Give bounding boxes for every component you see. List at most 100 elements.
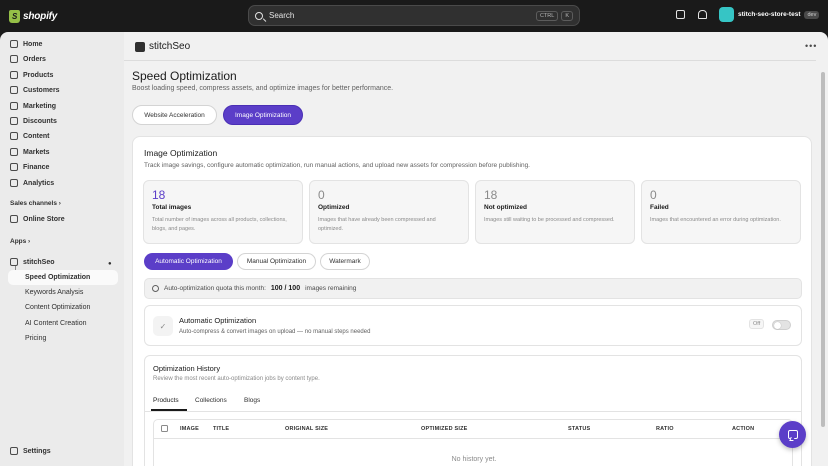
history-tab-products[interactable]: Products bbox=[153, 397, 179, 404]
checkmark-icon: ✓ bbox=[153, 316, 173, 336]
quota-value: 100 / 100 bbox=[270, 285, 301, 292]
chat-icon bbox=[787, 430, 798, 439]
sidebar-item-label: Online Store bbox=[23, 215, 65, 223]
stat-desc: Images that encountered an error during … bbox=[650, 217, 781, 223]
info-icon bbox=[152, 285, 159, 292]
sidebar-item-home[interactable]: Home bbox=[10, 40, 42, 48]
auto-optimization-toggle[interactable] bbox=[772, 320, 791, 330]
sidebar-item-marketing[interactable]: Marketing bbox=[10, 102, 56, 110]
quota-suffix: images remaining bbox=[305, 285, 357, 292]
store-switcher[interactable]: stitch-seo-store-test dev bbox=[719, 7, 820, 22]
stat-desc: Images that have already been compressed… bbox=[318, 217, 436, 232]
tab-image-optimization[interactable]: Image Optimization bbox=[223, 105, 303, 125]
sidebar-item-online-store[interactable]: Online Store bbox=[10, 215, 65, 223]
stat-not-optimized: 18 Not optimized Images still waiting to… bbox=[475, 180, 635, 244]
gear-icon bbox=[10, 447, 18, 455]
sidebar-subitem-speed-optimization[interactable]: Speed Optimization bbox=[8, 270, 118, 285]
shortcut-key-k: K bbox=[561, 10, 573, 21]
history-title: Optimization History bbox=[153, 364, 221, 373]
sidebar-item-label: Products bbox=[23, 71, 54, 79]
sidebar-item-products[interactable]: Products bbox=[10, 71, 53, 79]
column-header: ACTION bbox=[732, 426, 755, 432]
sidebar-subitem-content-optimization[interactable]: Content Optimization bbox=[25, 304, 90, 311]
sidebar-item-label: Orders bbox=[23, 55, 46, 63]
discounts-icon bbox=[10, 117, 18, 125]
sidebar-item-label: Customers bbox=[23, 86, 60, 94]
image-optimization-card: Image Optimization Track image savings, … bbox=[132, 136, 812, 466]
stat-failed: 0 Failed Images that encountered an erro… bbox=[641, 180, 801, 244]
stat-desc: Images still waiting to be processed and… bbox=[484, 217, 615, 223]
stat-value: 0 bbox=[318, 188, 325, 202]
history-subtitle: Review the most recent auto-optimization… bbox=[153, 376, 320, 382]
card-title: Image Optimization bbox=[144, 148, 218, 158]
select-all-checkbox[interactable] bbox=[161, 425, 168, 432]
search-icon bbox=[255, 11, 263, 20]
quota-label: Auto-optimization quota this month: bbox=[164, 285, 266, 292]
sidebar-item-markets[interactable]: Markets bbox=[10, 148, 49, 156]
sidebar-item-content[interactable]: Content bbox=[10, 132, 49, 140]
stitchseo-app-icon bbox=[10, 258, 18, 266]
stat-desc: Total number of images across all produc… bbox=[152, 217, 287, 232]
stat-label: Failed bbox=[650, 204, 669, 211]
store-name: stitch-seo-store-test bbox=[738, 11, 801, 18]
more-actions-icon[interactable]: ••• bbox=[805, 41, 817, 51]
stat-label: Not optimized bbox=[484, 204, 527, 211]
stitchseo-logo-icon bbox=[135, 41, 145, 52]
stat-label: Total images bbox=[152, 204, 192, 211]
sidebar-subitem-ai-content-creation[interactable]: AI Content Creation bbox=[25, 320, 86, 327]
empty-state: No history yet. bbox=[451, 456, 497, 463]
column-header: TITLE bbox=[213, 426, 230, 432]
main-content: stitchSeo ••• Speed Optimization Boost l… bbox=[124, 32, 828, 466]
sidebar-item-label: Markets bbox=[23, 148, 50, 156]
store-icon[interactable] bbox=[676, 10, 685, 19]
apps-label: Apps bbox=[10, 238, 27, 245]
sidebar-item-label: Content bbox=[23, 132, 50, 140]
stat-value: 0 bbox=[650, 188, 657, 202]
page-title: Speed Optimization bbox=[132, 69, 237, 83]
sidebar-item-customers[interactable]: Customers bbox=[10, 86, 60, 94]
sidebar: Home Orders Products Customers Marketing… bbox=[0, 32, 124, 466]
sidebar-item-label: Finance bbox=[23, 163, 50, 171]
marketing-icon bbox=[10, 102, 18, 110]
sales-channels-heading[interactable]: Sales channels › bbox=[10, 200, 61, 207]
status-badge: Off bbox=[749, 319, 765, 329]
search-bar[interactable]: Search CTRL K bbox=[248, 5, 580, 26]
analytics-icon bbox=[10, 179, 18, 187]
sidebar-item-label: Discounts bbox=[23, 117, 57, 125]
apps-heading[interactable]: Apps › bbox=[10, 238, 30, 245]
logo-text: shopify bbox=[23, 10, 58, 22]
tab-website-acceleration[interactable]: Website Acceleration bbox=[132, 105, 217, 125]
auto-title: Automatic Optimization bbox=[179, 316, 257, 325]
card-subtitle: Track image savings, configure automatic… bbox=[144, 162, 530, 169]
customers-icon bbox=[10, 86, 18, 94]
sidebar-subitem-pricing[interactable]: Pricing bbox=[25, 335, 46, 342]
optimization-history-panel: Optimization History Review the most rec… bbox=[144, 355, 802, 466]
sidebar-item-orders[interactable]: Orders bbox=[10, 55, 46, 63]
segment-manual-optimization[interactable]: Manual Optimization bbox=[237, 253, 316, 270]
pin-icon[interactable]: ● bbox=[108, 261, 112, 267]
sidebar-item-label: Settings bbox=[23, 447, 51, 455]
column-header: RATIO bbox=[656, 426, 674, 432]
history-tab-blogs[interactable]: Blogs bbox=[244, 397, 260, 404]
shortcut-key-ctrl: CTRL bbox=[535, 10, 559, 21]
top-icons bbox=[676, 10, 707, 19]
app-header: stitchSeo bbox=[135, 41, 190, 52]
sidebar-item-finance[interactable]: Finance bbox=[10, 163, 49, 171]
bell-icon[interactable] bbox=[698, 10, 707, 19]
sidebar-item-discounts[interactable]: Discounts bbox=[10, 117, 57, 125]
segment-watermark[interactable]: Watermark bbox=[320, 253, 370, 270]
shopify-logo[interactable]: shopify bbox=[9, 9, 57, 23]
sidebar-item-stitchseo[interactable]: stitchSeo bbox=[10, 258, 55, 266]
table-header: IMAGE TITLE ORIGINAL SIZE OPTIMIZED SIZE… bbox=[153, 419, 793, 438]
sidebar-item-analytics[interactable]: Analytics bbox=[10, 179, 54, 187]
products-icon bbox=[10, 71, 18, 79]
auto-desc: Auto-compress & convert images on upload… bbox=[179, 329, 371, 335]
sidebar-item-settings[interactable]: Settings bbox=[10, 447, 51, 455]
sidebar-item-label: stitchSeo bbox=[23, 258, 55, 266]
segment-automatic-optimization[interactable]: Automatic Optimization bbox=[144, 253, 233, 270]
history-tab-collections[interactable]: Collections bbox=[195, 397, 227, 404]
scrollbar[interactable] bbox=[821, 72, 825, 427]
sidebar-subitem-keywords-analysis[interactable]: Keywords Analysis bbox=[25, 289, 83, 296]
chat-button[interactable] bbox=[779, 421, 806, 448]
column-header: OPTIMIZED SIZE bbox=[421, 426, 468, 432]
